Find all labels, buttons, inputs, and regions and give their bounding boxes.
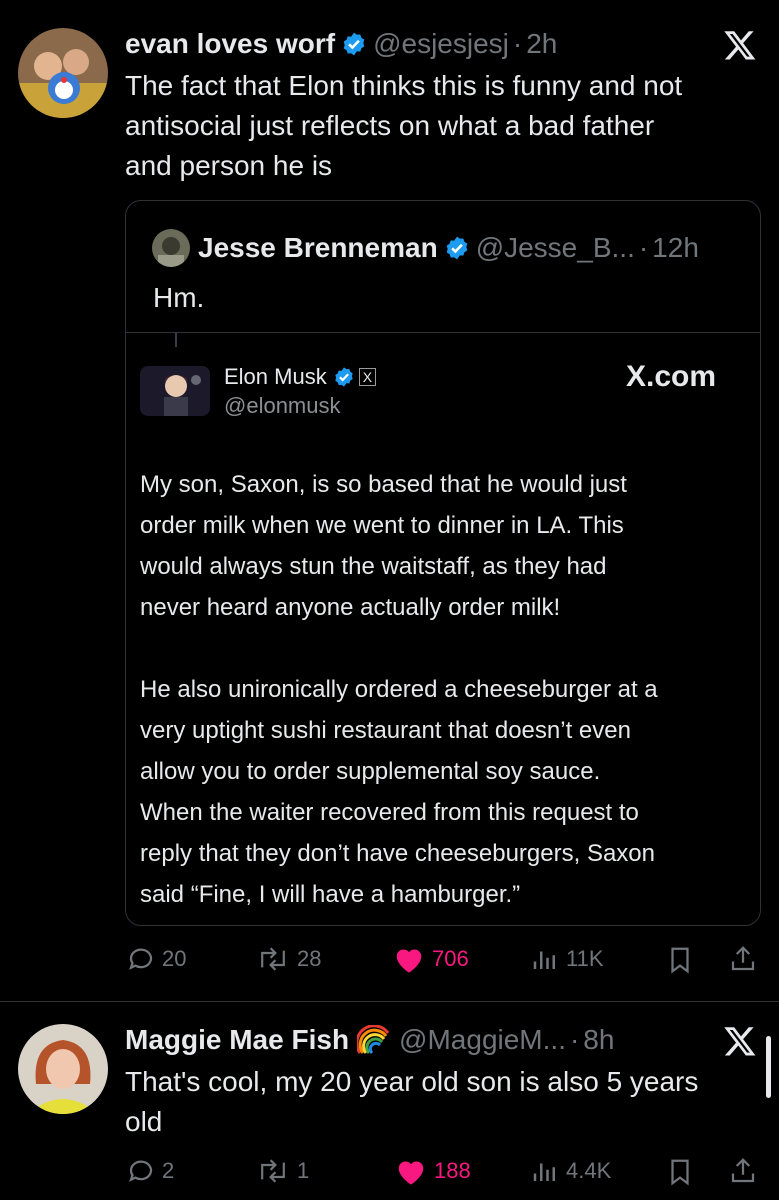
embedded-header: Elon Musk X: [224, 362, 377, 392]
embedded-site-label: X.com: [626, 360, 717, 393]
thread-line: [175, 333, 177, 347]
embedded-text-line: [140, 628, 740, 669]
reply-count: 20: [162, 946, 187, 971]
reply-button[interactable]: 20: [126, 944, 186, 974]
repost-count: 28: [297, 946, 322, 971]
views-button[interactable]: 4.4K: [530, 1156, 611, 1186]
separator: ·: [569, 1024, 580, 1055]
separator: ·: [512, 28, 523, 59]
x-logo-icon[interactable]: [722, 1024, 758, 1058]
like-count: 706: [432, 946, 469, 971]
reply-icon: [129, 1160, 153, 1182]
tweet-separator: [0, 1001, 779, 1002]
heart-filled-icon: [396, 949, 422, 973]
display-name: Elon Musk: [224, 364, 327, 389]
views-count: 4.4K: [566, 1158, 612, 1183]
display-name[interactable]: evan loves worf: [125, 28, 335, 60]
reply-button[interactable]: 2: [126, 1156, 174, 1186]
like-button[interactable]: 188: [394, 1156, 471, 1186]
like-button[interactable]: 706: [392, 944, 469, 974]
handle[interactable]: @Jesse_B...: [476, 232, 635, 264]
avatar-elon: [140, 366, 210, 416]
share-icon[interactable]: [728, 942, 758, 976]
timestamp[interactable]: 8h: [583, 1024, 614, 1056]
like-count: 188: [434, 1158, 471, 1183]
display-name[interactable]: Maggie Mae Fish: [125, 1024, 349, 1056]
tweet-text-line: That's cool, my 20 year old son is also …: [125, 1066, 699, 1097]
repost-button[interactable]: 1: [255, 1156, 309, 1186]
display-name[interactable]: Jesse Brenneman: [198, 232, 438, 264]
views-icon: [533, 1163, 555, 1181]
verified-badge-icon: [446, 236, 467, 260]
embedded-text-line: said “Fine, I will have a hamburger.”: [140, 881, 521, 908]
embedded-text-line: very uptight sushi restaurant that doesn…: [140, 717, 631, 744]
x-logo-icon[interactable]: [722, 28, 758, 62]
avatar-evan[interactable]: [18, 28, 108, 118]
separator: ·: [638, 232, 649, 263]
repost-icon: [261, 1159, 285, 1183]
reply-count: 2: [162, 1158, 175, 1183]
embedded-text-line: When the waiter recovered from this requ…: [140, 799, 639, 826]
timestamp[interactable]: 12h: [652, 232, 699, 264]
verified-badge-icon: [343, 32, 365, 56]
embedded-text-line: reply that they don’t have cheeseburgers…: [140, 840, 655, 867]
tweet-1-text: The fact that Elon thinks this is funny …: [125, 66, 765, 186]
embedded-text-line: He also unironically ordered a cheesebur…: [140, 676, 658, 703]
tweet-text-line: and person he is: [125, 150, 333, 181]
bookmark-icon[interactable]: [665, 1156, 695, 1188]
quoted-tweet-header: Jesse Brenneman @Jesse_B... · 12h: [198, 230, 699, 266]
embedded-text: My son, Saxon, is so based that he would…: [140, 464, 740, 915]
rainbow-emoji-icon: [357, 1025, 390, 1055]
embedded-text-line: never heard anyone actually order milk!: [140, 594, 561, 621]
tweet-2-text: That's cool, my 20 year old son is also …: [125, 1062, 765, 1142]
timestamp[interactable]: 2h: [526, 28, 557, 60]
repost-icon: [261, 947, 285, 971]
views-count: 11K: [566, 946, 604, 971]
repost-button[interactable]: 28: [255, 944, 321, 974]
heart-filled-icon: [398, 1161, 424, 1185]
tweet-2-header: Maggie Mae Fish @MaggieM... · 8h: [125, 1022, 614, 1058]
views-button[interactable]: 11K: [530, 944, 604, 974]
quoted-divider: [126, 332, 760, 333]
views-icon: [533, 951, 555, 969]
x-affiliate-badge: X: [358, 368, 377, 386]
embedded-text-line: order milk when we went to dinner in LA.…: [140, 512, 624, 539]
tweet-text-line: The fact that Elon thinks this is funny …: [125, 70, 683, 101]
avatar-jesse[interactable]: [152, 229, 190, 267]
embedded-text-line: allow you to order supplemental soy sauc…: [140, 758, 601, 785]
handle[interactable]: @esjesjesj: [373, 28, 509, 60]
reply-icon: [129, 948, 153, 970]
avatar-maggie[interactable]: [18, 1024, 108, 1114]
tweet-text-line: antisocial just reflects on what a bad f…: [125, 110, 655, 141]
embedded-text-line: My son, Saxon, is so based that he would…: [140, 471, 627, 498]
repost-count: 1: [297, 1158, 310, 1183]
verified-badge-icon: [335, 367, 353, 387]
embedded-handle: @elonmusk: [224, 393, 341, 418]
handle[interactable]: @MaggieM...: [399, 1024, 566, 1056]
bookmark-icon[interactable]: [665, 944, 695, 976]
embedded-text-line: would always stun the waitstaff, as they…: [140, 553, 607, 580]
tweet-text-line: old: [125, 1106, 163, 1137]
share-icon[interactable]: [728, 1154, 758, 1188]
scrollbar[interactable]: [766, 1036, 771, 1098]
quoted-tweet-text: Hm.: [153, 282, 205, 313]
tweet-1-header: evan loves worf @esjesjesj · 2h: [125, 26, 557, 62]
